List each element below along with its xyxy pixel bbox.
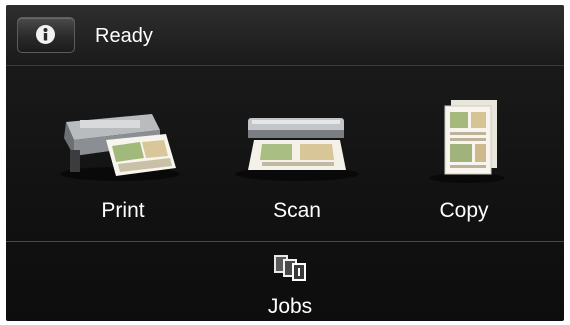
jobs-queue-icon [272,253,308,283]
jobs-button[interactable]: Jobs [245,249,335,319]
status-text: Ready [95,25,153,47]
scan-label: Scan [273,199,321,222]
print-label: Print [101,199,145,222]
printer-icon [48,90,198,190]
info-icon [36,25,55,44]
print-tile[interactable]: Print [48,80,198,240]
copy-label: Copy [439,199,489,222]
copy-tile[interactable]: Copy [389,80,539,240]
scan-tile[interactable]: Scan [222,80,372,240]
divider [6,241,564,242]
jobs-label: Jobs [267,295,313,318]
copy-document-icon [389,90,539,190]
scanner-icon [222,90,372,190]
info-button[interactable] [17,17,75,53]
control-panel-screen: Ready Print Scan Copy Jobs [6,5,564,321]
status-bar: Ready [6,5,564,66]
